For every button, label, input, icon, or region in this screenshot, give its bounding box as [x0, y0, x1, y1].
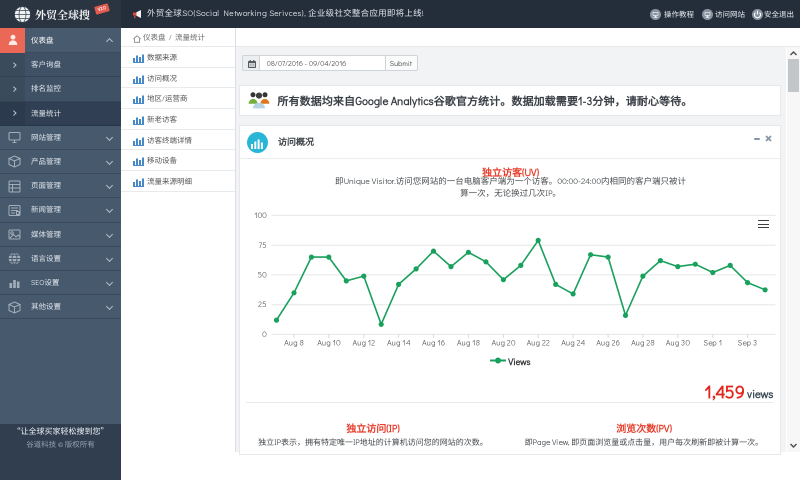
svg-text:Aug 18: Aug 18: [456, 338, 479, 348]
svg-text:50: 50: [257, 271, 266, 281]
svg-text:Aug 30: Aug 30: [665, 338, 689, 348]
svg-text:0: 0: [262, 330, 267, 340]
svg-text:Aug 22: Aug 22: [526, 338, 549, 348]
svg-text:Sep 1: Sep 1: [702, 338, 721, 348]
svg-text:Sep 3: Sep 3: [736, 338, 756, 348]
svg-text:Aug 8: Aug 8: [284, 338, 304, 348]
svg-text:Aug 14: Aug 14: [387, 338, 411, 348]
svg-text:100: 100: [254, 211, 266, 221]
svg-text:Aug 24: Aug 24: [561, 338, 585, 348]
svg-text:Aug 10: Aug 10: [317, 338, 340, 348]
svg-text:25: 25: [258, 300, 267, 310]
svg-text:Aug 20: Aug 20: [491, 338, 515, 348]
svg-text:Aug 26: Aug 26: [596, 338, 620, 348]
svg-text:Aug 16: Aug 16: [422, 338, 445, 348]
svg-text:75: 75: [258, 241, 267, 251]
svg-text:Aug 28: Aug 28: [631, 338, 655, 348]
svg-text:Aug 12: Aug 12: [352, 338, 375, 348]
